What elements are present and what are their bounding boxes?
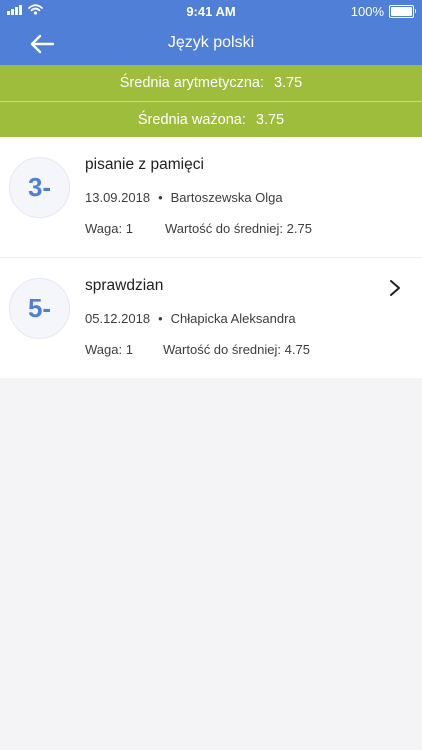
grade-meta: 13.09.2018 • Bartoszewska Olga bbox=[85, 190, 283, 205]
arithmetic-average-row: Średnia arytmetyczna: 3.75 bbox=[0, 65, 422, 101]
grade-date: 13.09.2018 bbox=[85, 190, 151, 205]
status-bar: 9:41 AM 100% bbox=[0, 0, 422, 22]
grade-weight: Waga: 1 bbox=[85, 221, 133, 236]
grade-weight: Waga: 1 bbox=[85, 342, 133, 357]
grade-badge: 3- bbox=[9, 157, 70, 218]
nav-bar: Język polski bbox=[0, 22, 422, 65]
grade-teacher: Chłapicka Aleksandra bbox=[170, 311, 296, 326]
grade-card[interactable]: 5- sprawdzian 05.12.2018 • Chłapicka Ale… bbox=[0, 258, 422, 378]
grade-weights: Waga: 1 Wartość do średniej: 4.75 bbox=[85, 342, 310, 357]
grade-contribution: Wartość do średniej: 4.75 bbox=[163, 342, 310, 357]
grade-title: sprawdzian bbox=[85, 277, 164, 294]
top-bar: 9:41 AM 100% Język polski bbox=[0, 0, 422, 65]
chevron-right-icon[interactable] bbox=[388, 278, 402, 298]
grade-meta: 05.12.2018 • Chłapicka Aleksandra bbox=[85, 311, 296, 326]
weighted-average-value: 3.75 bbox=[255, 112, 285, 128]
grade-title: pisanie z pamięci bbox=[85, 156, 204, 173]
arithmetic-average-label: Średnia arytmetyczna: bbox=[119, 75, 265, 91]
grade-card[interactable]: 3- pisanie z pamięci 13.09.2018 • Bartos… bbox=[0, 137, 422, 258]
weighted-average-row: Średnia ważona: 3.75 bbox=[0, 101, 422, 138]
grade-teacher: Bartoszewska Olga bbox=[170, 190, 283, 205]
arithmetic-average-value: 3.75 bbox=[274, 75, 303, 91]
battery-percent: 100% bbox=[350, 4, 384, 19]
status-right: 100% bbox=[350, 4, 416, 19]
page-title: Język polski bbox=[167, 34, 255, 51]
grade-contribution: Wartość do średniej: 2.75 bbox=[165, 221, 312, 236]
grade-badge: 5- bbox=[9, 278, 70, 339]
battery-icon bbox=[389, 5, 416, 18]
grade-date: 05.12.2018 bbox=[85, 311, 151, 326]
grade-weights: Waga: 1 Wartość do średniej: 2.75 bbox=[85, 221, 312, 236]
meta-separator: • bbox=[158, 311, 163, 326]
weighted-average-label: Średnia ważona: bbox=[137, 112, 246, 128]
meta-separator: • bbox=[158, 190, 163, 205]
